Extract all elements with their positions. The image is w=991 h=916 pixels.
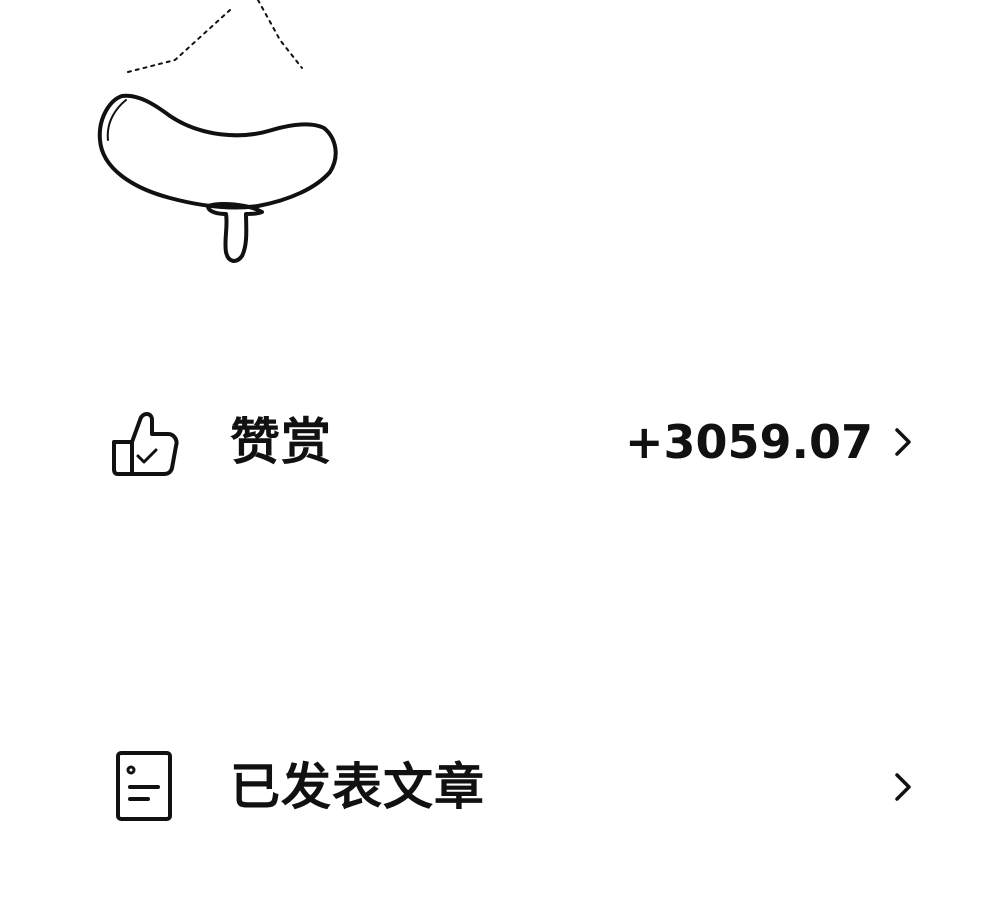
chevron-right-icon[interactable]: [888, 425, 918, 459]
published-articles-label: 已发表文章: [230, 758, 485, 816]
menu-item-reward[interactable]: 赞赏 +3059.07: [0, 382, 991, 502]
menu-item-published-articles[interactable]: 已发表文章: [0, 727, 991, 847]
reward-label: 赞赏: [230, 413, 332, 471]
reward-amount: +3059.07: [624, 415, 873, 469]
sausage-doodle-illustration: [97, 0, 338, 263]
document-icon: [116, 751, 172, 821]
thumbs-up-icon: [112, 412, 179, 476]
chevron-right-icon[interactable]: [888, 770, 918, 804]
